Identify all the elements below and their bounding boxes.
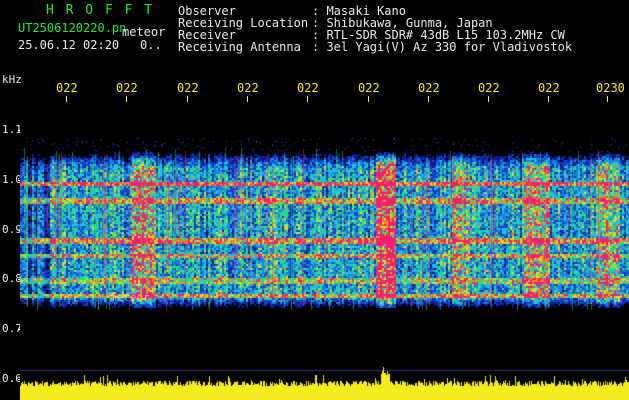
field-value-antenna: : 3el Yagi(V) Az 330 for Vladivostok xyxy=(312,40,573,54)
x-tick-mark xyxy=(66,96,67,102)
x-tick-mark xyxy=(187,96,188,102)
app-brand: H R O F F T xyxy=(46,3,155,18)
x-tick-mark xyxy=(368,96,369,102)
image-count: 0.. xyxy=(140,38,162,52)
x-tick-label: 022 xyxy=(177,81,199,95)
x-tick-mark xyxy=(307,96,308,102)
spectrogram-canvas xyxy=(20,120,629,400)
x-tick-mark xyxy=(548,96,549,102)
x-tick-label: 022 xyxy=(418,81,440,95)
x-tick-label: 022 xyxy=(237,81,259,95)
file-tag: meteor xyxy=(122,25,166,39)
x-tick-label: 022 xyxy=(56,81,78,95)
spectrogram-plot xyxy=(20,120,629,400)
x-tick-mark xyxy=(428,96,429,102)
date-time: 25.06.12 02:20 xyxy=(18,38,120,52)
x-tick-mark xyxy=(607,96,608,102)
antenna-value: 3el Yagi(V) Az 330 for Vladivostok xyxy=(326,40,573,54)
x-tick-label: 022 xyxy=(358,81,380,95)
x-tick-mark xyxy=(488,96,489,102)
x-tick-label: 022 xyxy=(116,81,138,95)
meteor-faint-label: meteor xyxy=(110,291,150,304)
x-tick-mark xyxy=(247,96,248,102)
x-tick-label: 0230 xyxy=(596,81,625,95)
x-tick-label: 022 xyxy=(478,81,500,95)
field-label-antenna: Receiving Antenna xyxy=(178,40,301,54)
x-tick-label: 022 xyxy=(297,81,319,95)
file-name: UT2506120220.pn xyxy=(18,21,127,35)
x-tick-mark xyxy=(126,96,127,102)
unit-label: kHz xyxy=(2,73,22,86)
x-tick-label: 022 xyxy=(538,81,560,95)
